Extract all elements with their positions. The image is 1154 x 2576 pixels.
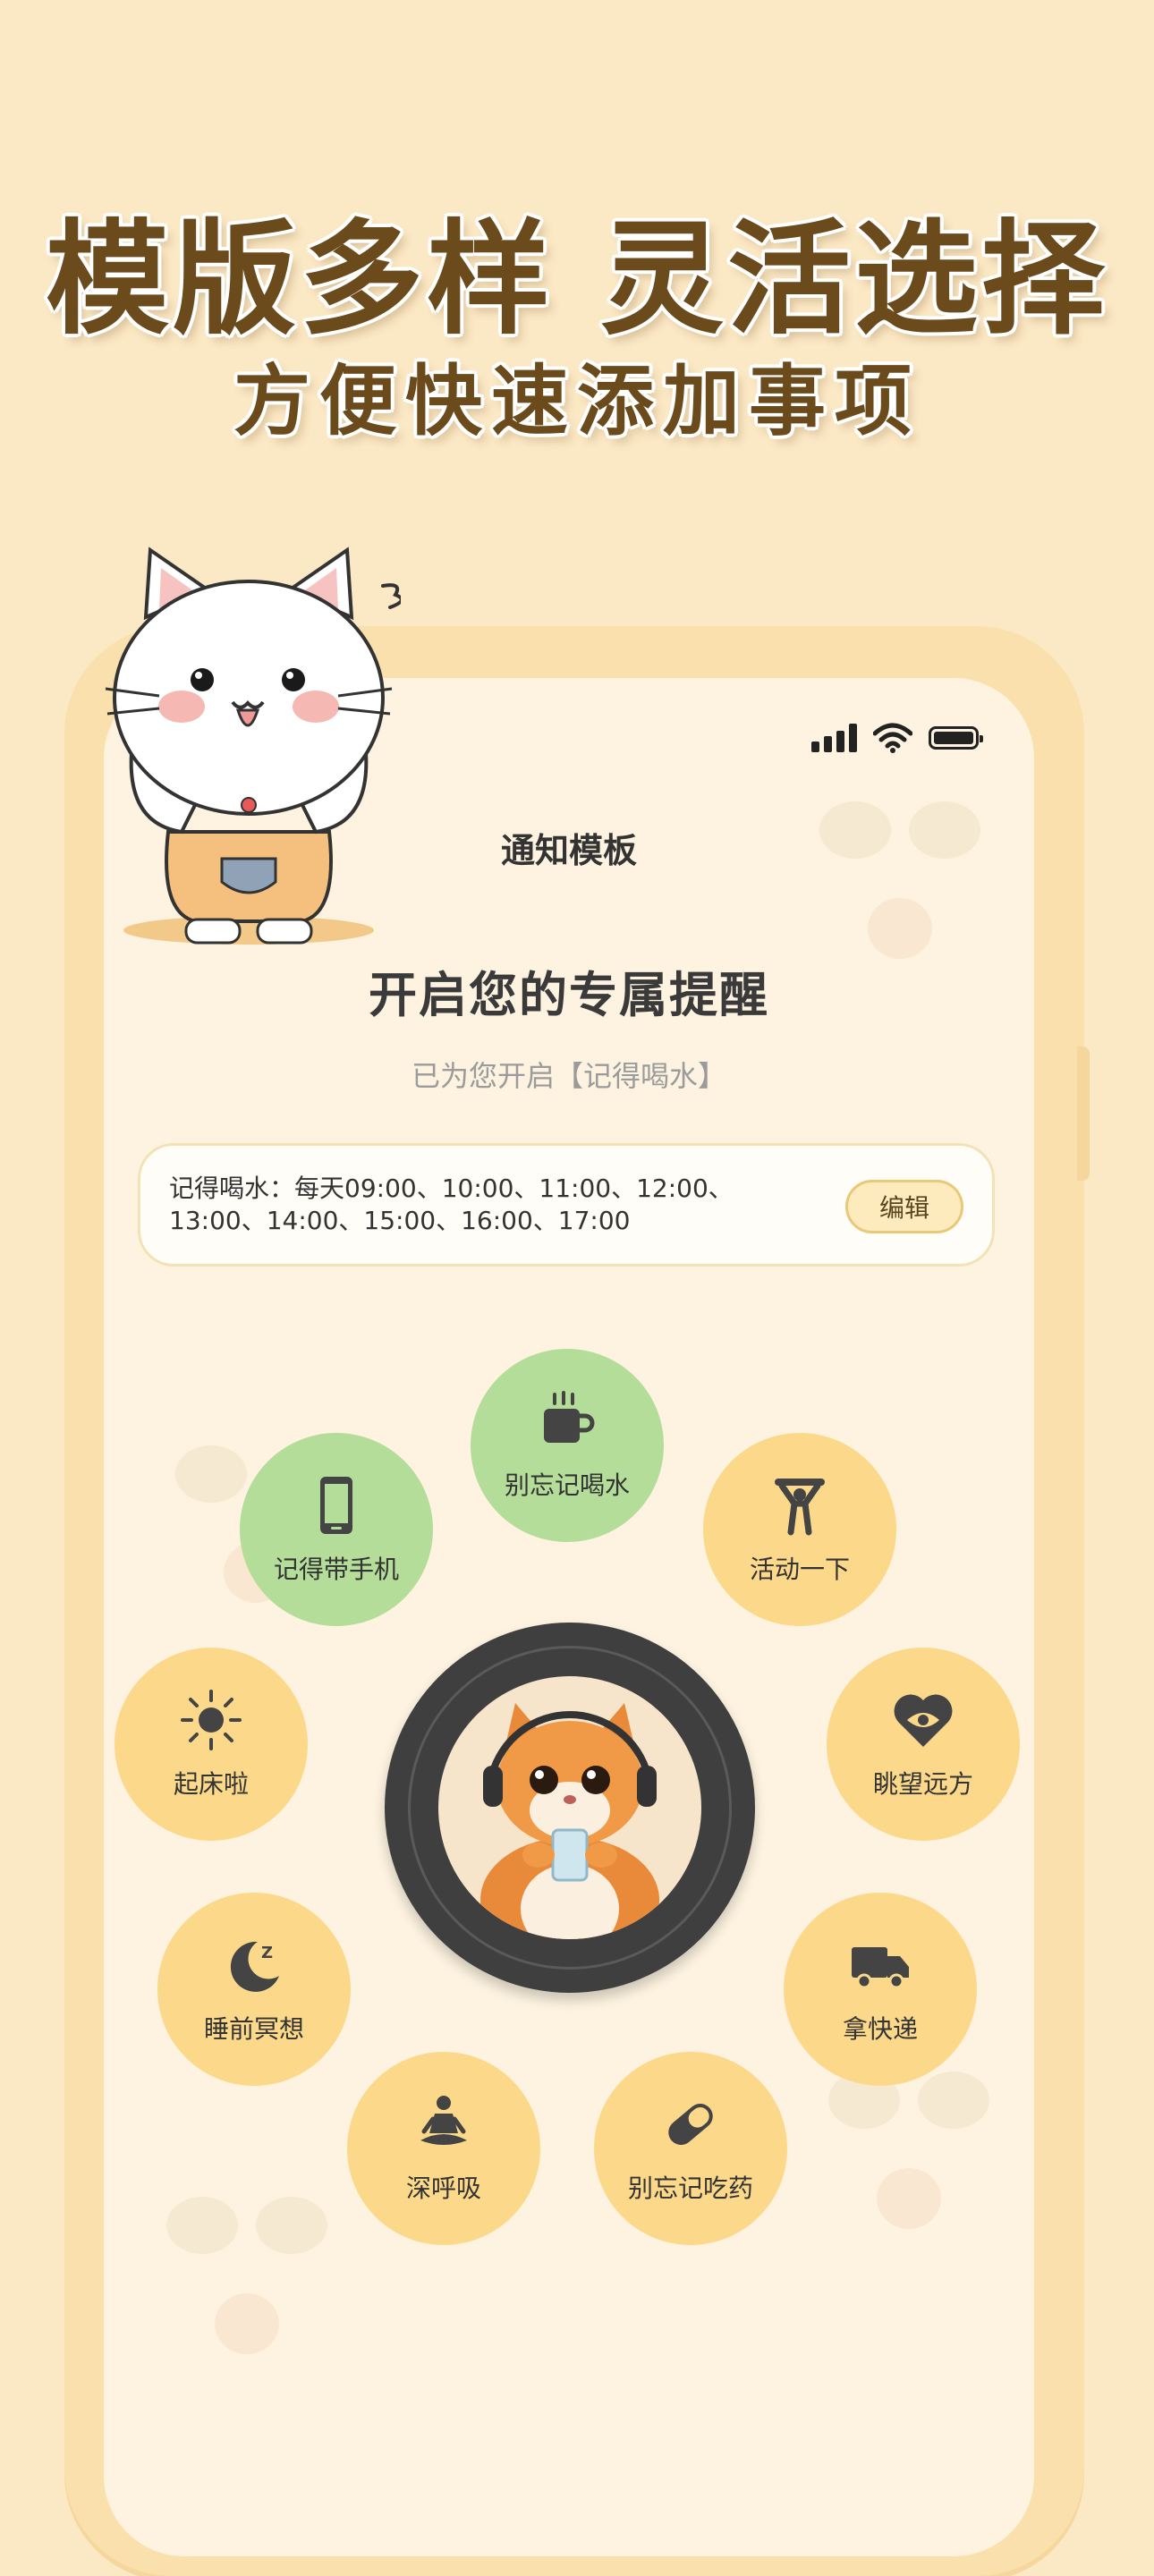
template-label: 记得带手机 [273,1555,399,1584]
enabled-subtitle: 已为您开启【记得喝水】 [411,1059,726,1093]
cellular-signal-icon [811,724,857,752]
wifi-icon [873,723,912,753]
white-cat-mascot [105,547,401,945]
template-look-far[interactable]: 眺望远方 [827,1648,1020,1841]
eye-icon [894,1694,953,1747]
template-bring-phone[interactable]: 记得带手机 [240,1433,433,1626]
center-record-disc[interactable] [385,1623,755,1993]
phone-side-button [1077,1046,1090,1181]
battery-icon [929,726,983,750]
phone-icon [320,1477,352,1534]
moon-icon: Z [230,1941,279,1992]
sun-icon [181,1690,242,1750]
pill-icon [668,2104,713,2145]
paw-decoration [819,801,980,959]
paw-decoration [166,2197,327,2354]
template-label: 眺望远方 [872,1769,973,1799]
template-drink-water[interactable]: 别忘记喝水 [471,1349,664,1542]
exercise-icon [775,1479,825,1536]
status-bar [811,723,983,753]
cat-with-headphones-illustration [438,1676,701,1939]
template-pick-up-parcel[interactable]: 拿快递 [784,1893,977,2086]
meditation-icon [420,2096,467,2145]
template-label: 活动一下 [749,1555,850,1584]
truck-icon [852,1947,909,1989]
svg-text:Z: Z [261,1944,273,1962]
template-wake-up[interactable]: 起床啦 [115,1648,308,1841]
main-title: 开启您的专属提醒 [369,967,769,1023]
reminder-schedule-text: 记得喝水：每天09:00、10:00、11:00、12:00、13:00、14:… [169,1174,734,1235]
template-label: 睡前冥想 [203,2014,304,2044]
template-meditate-before-sleep[interactable]: Z 睡前冥想 [157,1893,351,2086]
template-label: 别忘记喝水 [504,1470,630,1500]
edit-button[interactable]: 编辑 [845,1180,963,1233]
cup-icon [544,1391,595,1443]
headline-title: 模版多样 灵活选择 [45,208,1109,352]
headline-subtitle: 方便快速添加事项 [233,357,921,446]
template-deep-breath[interactable]: 深呼吸 [347,2052,540,2245]
template-label: 起床啦 [173,1769,249,1799]
template-label: 别忘记吃药 [627,2174,753,2203]
phone-screen: 通知模板 开启您的专属提醒 已为您开启【记得喝水】 记得喝水：每天09:00、1… [104,678,1034,2556]
template-label: 深呼吸 [405,2174,481,2203]
reminder-card: 记得喝水：每天09:00、10:00、11:00、12:00、13:00、14:… [138,1143,995,1267]
template-exercise[interactable]: 活动一下 [703,1433,896,1626]
template-label: 拿快递 [842,2014,918,2044]
template-take-medicine[interactable]: 别忘记吃药 [594,2052,787,2245]
